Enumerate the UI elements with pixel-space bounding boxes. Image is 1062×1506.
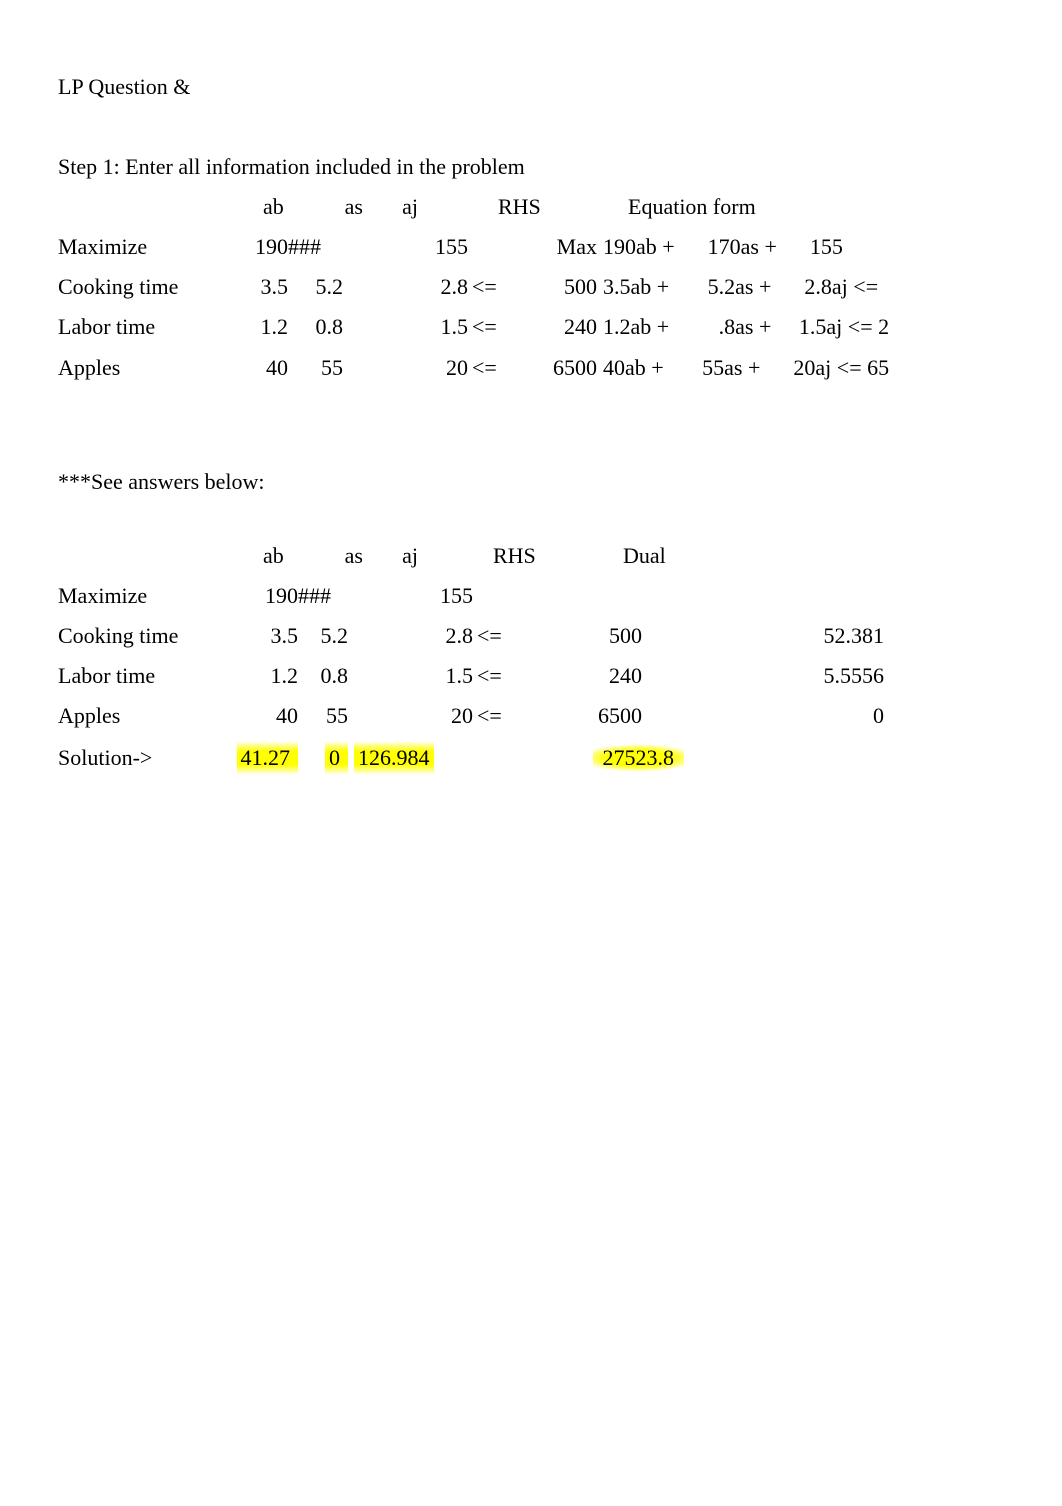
t1-cook-rhs: 500 [537, 270, 597, 304]
t2-labor-label: Labor time [58, 659, 233, 693]
t1-row-labor: Labor time 1.2 0.8 1.5 <= 240 1.2ab + .8… [58, 310, 1004, 344]
t2-cook-rhs: 500 [542, 619, 642, 653]
t1-max-val: 155 [383, 230, 468, 264]
t2-cook-dual: 52.381 [642, 619, 1004, 653]
t2-cook-op: <= [473, 619, 512, 653]
t1-cook-eq: 3.5ab + 5.2as + 2.8aj <= [597, 270, 1004, 304]
t2-apples-op: <= [473, 699, 512, 733]
t2-max-label: Maximize [58, 579, 233, 613]
highlight-icon: 41.27 [237, 741, 299, 775]
t2-sol-rhs: 27523.8 [593, 739, 693, 777]
t2-apples-val: 20 [383, 699, 473, 733]
t2-apples-as: 55 [298, 699, 348, 733]
hdr1-rhs: RHS [498, 190, 588, 224]
t2-apples-label: Apples [58, 699, 233, 733]
highlight-icon: 0 [325, 741, 348, 775]
t1-cook-val: 2.8 [383, 270, 468, 304]
t2-labor-op: <= [473, 659, 512, 693]
t1-cook-ab: 3.5 [233, 270, 288, 304]
t1-max-rhs: Max [537, 230, 597, 264]
page-title: LP Question & [58, 70, 1004, 104]
t1-max-ab: 190 [233, 230, 288, 264]
t2-labor-ab: 1.2 [233, 659, 298, 693]
t1-labor-label: Labor time [58, 310, 233, 344]
t2-max-ab: 190 [233, 579, 298, 613]
hdr2-ab: ab [263, 539, 303, 573]
hdr1-as: as [303, 190, 363, 224]
t2-apples-dual: 0 [642, 699, 1004, 733]
t2-row-cooking: Cooking time 3.5 5.2 2.8 <= 500 52.381 [58, 619, 1004, 653]
t2-row-solution: Solution-> 41.27 0 126.984 27523.8 [58, 739, 1004, 777]
hdr1-eq: Equation form [588, 190, 1004, 224]
hdr2-as: as [303, 539, 363, 573]
t1-apples-rhs: 6500 [537, 351, 597, 385]
t1-apples-ab: 40 [233, 351, 288, 385]
t2-cook-label: Cooking time [58, 619, 233, 653]
t1-apples-val: 20 [383, 351, 468, 385]
t2-labor-as: 0.8 [298, 659, 348, 693]
t1-apples-as: 55 [288, 351, 343, 385]
t2-row-labor: Labor time 1.2 0.8 1.5 <= 240 5.5556 [58, 659, 1004, 693]
table2-header-row: ab as aj RHS Dual [58, 539, 1004, 573]
t2-sol-label: Solution-> [58, 741, 233, 775]
t2-cook-ab: 3.5 [233, 619, 298, 653]
t1-max-label: Maximize [58, 230, 233, 264]
t1-cook-as: 5.2 [288, 270, 343, 304]
t2-cook-as: 5.2 [298, 619, 348, 653]
t2-cook-val: 2.8 [383, 619, 473, 653]
t1-labor-ab: 1.2 [233, 310, 288, 344]
t1-labor-op: <= [468, 310, 507, 344]
t1-apples-label: Apples [58, 351, 233, 385]
t2-labor-dual: 5.5556 [642, 659, 1004, 693]
t1-cook-label: Cooking time [58, 270, 233, 304]
t1-apples-eq: 40ab + 55as + 20aj <= 65 [597, 351, 1004, 385]
t2-max-as: ### [298, 579, 348, 613]
t1-max-as: ### [288, 230, 343, 264]
t2-sol-ab: 41.27 [233, 741, 298, 775]
t2-sol-as: 0 [298, 741, 348, 775]
t1-row-apples: Apples 40 55 20 <= 6500 40ab + 55as + 20… [58, 351, 1004, 385]
see-answers: ***See answers below: [58, 465, 1004, 499]
t1-labor-as: 0.8 [288, 310, 343, 344]
t2-max-val: 155 [383, 579, 473, 613]
table1-header-row: ab as aj RHS Equation form [58, 190, 1004, 224]
t2-apples-rhs: 6500 [542, 699, 642, 733]
highlight-icon: 27523.8 [593, 739, 685, 777]
hdr1-ab: ab [263, 190, 303, 224]
t1-row-maximize: Maximize 190 ### 155 Max 190ab + 170as +… [58, 230, 1004, 264]
t1-cook-op: <= [468, 270, 507, 304]
t2-sol-aj: 126.984 [348, 741, 434, 775]
t2-labor-rhs: 240 [542, 659, 642, 693]
t1-labor-rhs: 240 [537, 310, 597, 344]
t1-row-cooking: Cooking time 3.5 5.2 2.8 <= 500 3.5ab + … [58, 270, 1004, 304]
hdr2-aj: aj [363, 539, 418, 573]
t1-labor-eq: 1.2ab + .8as + 1.5aj <= 2 [597, 310, 1004, 344]
step1-heading: Step 1: Enter all information included i… [58, 150, 1004, 184]
t2-row-apples: Apples 40 55 20 <= 6500 0 [58, 699, 1004, 733]
t1-labor-val: 1.5 [383, 310, 468, 344]
hdr2-dual: Dual [623, 539, 1004, 573]
hdr1-aj: aj [363, 190, 418, 224]
t1-apples-op: <= [468, 351, 507, 385]
hdr2-rhs: RHS [493, 539, 623, 573]
t2-row-maximize: Maximize 190 ### 155 [58, 579, 1004, 613]
t2-labor-val: 1.5 [383, 659, 473, 693]
highlight-icon: 126.984 [354, 741, 434, 775]
t1-max-eq: 190ab + 170as + 155 [597, 230, 1004, 264]
t2-apples-ab: 40 [233, 699, 298, 733]
